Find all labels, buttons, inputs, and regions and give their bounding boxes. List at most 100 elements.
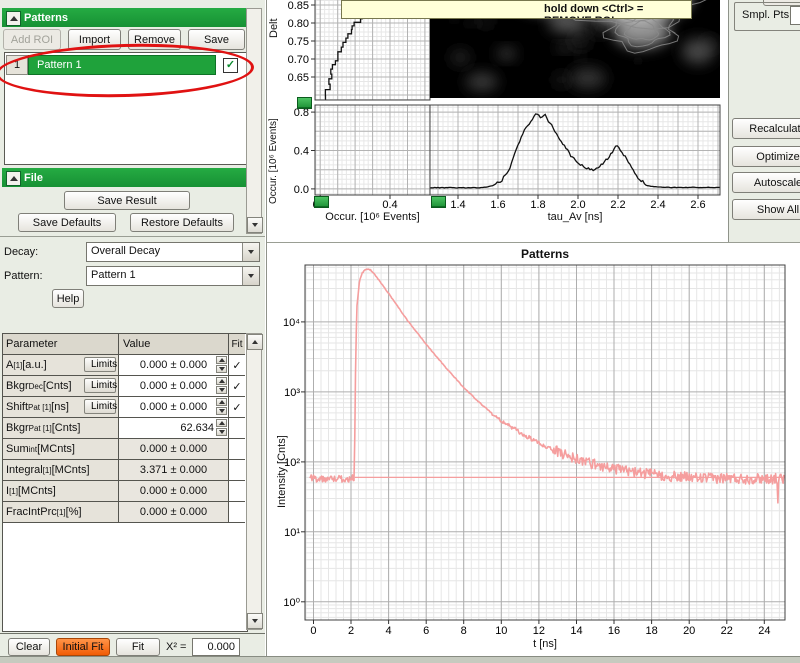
autoscale-button[interactable]: Autoscale (732, 172, 800, 193)
limits-button[interactable]: Limits (84, 399, 116, 414)
spin-up-icon (216, 398, 227, 406)
fit-cell (229, 481, 245, 501)
clear-button[interactable]: Clear (8, 638, 50, 656)
patterns-group-header[interactable]: Patterns (2, 8, 246, 27)
roi-range-handle[interactable] (431, 196, 446, 208)
recalculate-button[interactable]: Recalculate (732, 118, 800, 139)
fit-cell (229, 439, 245, 459)
file-group-header[interactable]: File (2, 168, 246, 187)
chevron-down-icon[interactable] (242, 243, 259, 261)
pattern-list-row[interactable]: 1 Pattern 1 ✓ (6, 55, 245, 75)
spin-down-icon (216, 407, 227, 415)
patterns-group-title: Patterns (24, 12, 68, 24)
param-value-readonly: 3.371 ± 0.000 (119, 460, 229, 480)
value-spinner[interactable] (216, 419, 227, 436)
svg-text:1.6: 1.6 (490, 199, 505, 211)
chevron-down-icon[interactable] (242, 267, 259, 285)
svg-text:12: 12 (533, 625, 545, 637)
svg-text:0.0: 0.0 (294, 184, 309, 196)
save-result-button[interactable]: Save Result (64, 191, 190, 210)
value-spinner[interactable] (216, 398, 227, 415)
scroll-up-icon[interactable] (247, 334, 263, 350)
param-name: Integral[1] [MCnts] (3, 460, 119, 480)
limits-button[interactable]: Limits (84, 378, 116, 393)
decay-select[interactable]: Overall Decay (86, 242, 260, 262)
decay-plot-title: Patterns (305, 247, 785, 261)
spin-down-icon (216, 365, 227, 373)
chi-square-value: 0.000 (192, 638, 240, 656)
spin-up-icon (216, 377, 227, 385)
pattern-row-index: 1 (6, 55, 28, 75)
pattern-select-value: Pattern 1 (91, 269, 136, 281)
param-value-input[interactable]: 0.000 ± 0.000 (119, 397, 229, 417)
value-spinner[interactable] (216, 377, 227, 394)
roi-range-handle[interactable] (314, 196, 329, 208)
column-header-parameter: Parameter (3, 334, 119, 354)
param-value-readonly: 0.000 ± 0.000 (119, 502, 229, 522)
tau-histogram-plot[interactable] (430, 105, 720, 195)
param-table-scrollbar[interactable] (246, 333, 262, 630)
initial-fit-button[interactable]: Initial Fit (56, 638, 110, 656)
collapse-file-icon[interactable] (6, 171, 21, 186)
fit-checkbox[interactable]: ✓ (229, 397, 245, 417)
fit-checkbox[interactable] (229, 418, 245, 438)
scroll-down-icon[interactable] (247, 217, 263, 233)
pattern-row-name[interactable]: Pattern 1 (28, 55, 216, 75)
chi-square-label: X² = (166, 641, 186, 653)
limits-button[interactable]: Limits (84, 357, 116, 372)
svg-text:0.70: 0.70 (288, 54, 309, 66)
time-axis-label: t [ns] (305, 638, 785, 650)
spin-down-icon (216, 428, 227, 436)
pattern-visible-checkbox[interactable]: ✓ (223, 58, 238, 73)
add-roi-button[interactable]: Add ROI (3, 29, 61, 50)
param-row: I[1] [MCnts] 0.000 ± 0.000 (3, 481, 245, 502)
svg-text:8: 8 (461, 625, 467, 637)
smpl-pts-group: Smpl. Pts.: (734, 2, 800, 31)
left-panel: Patterns Add ROI Import Remove Save 1 Pa… (0, 0, 265, 656)
param-row: A[1] [a.u.] Limits 0.000 ± 0.000 ✓ (3, 355, 245, 376)
svg-text:22: 22 (721, 625, 733, 637)
param-row: BkgrPat [1] [Cnts] 62.634 (3, 418, 245, 439)
parameter-table: Parameter Value Fit A[1] [a.u.] Limits 0… (2, 333, 248, 632)
decay-plot-area[interactable] (305, 265, 785, 620)
import-button[interactable]: Import (68, 29, 121, 50)
right-panel: Smpl. Pts.: Recalculate Optimize Autosca… (728, 0, 800, 242)
param-row: FracIntPrc[1] [%] 0.000 ± 0.000 (3, 502, 245, 523)
show-all-button[interactable]: Show All (732, 199, 800, 220)
param-name: ShiftPat [1] [ns] Limits (3, 397, 119, 417)
smpl-pts-input[interactable] (790, 6, 800, 25)
svg-text:10⁴: 10⁴ (283, 317, 300, 329)
pattern-select[interactable]: Pattern 1 (86, 266, 260, 286)
column-header-value: Value (119, 334, 229, 354)
spin-up-icon (216, 419, 227, 427)
svg-text:2.0: 2.0 (570, 199, 585, 211)
param-value-input[interactable]: 0.000 ± 0.000 (119, 355, 229, 375)
file-group-title: File (24, 172, 43, 184)
pattern-list[interactable]: 1 Pattern 1 ✓ (4, 52, 247, 165)
svg-text:0: 0 (310, 625, 316, 637)
help-button[interactable]: Help (52, 289, 84, 308)
decay-label: Decay: (4, 246, 38, 258)
svg-text:2.2: 2.2 (610, 199, 625, 211)
patterns-pane-scrollbar[interactable] (246, 8, 262, 234)
spin-down-icon (216, 386, 227, 394)
save-defaults-button[interactable]: Save Defaults (18, 213, 116, 232)
symphotime-analysis-window: 0.850.800.750.700.650.00.40.00.40.81.41.… (0, 0, 800, 663)
fit-button[interactable]: Fit (116, 638, 160, 656)
fit-checkbox[interactable]: ✓ (229, 376, 245, 396)
param-value-input[interactable]: 62.634 (119, 418, 229, 438)
param-name: A[1] [a.u.] Limits (3, 355, 119, 375)
optimize-button[interactable]: Optimize (732, 146, 800, 167)
save-button[interactable]: Save (188, 29, 245, 50)
pattern-label: Pattern: (4, 270, 43, 282)
svg-text:6: 6 (423, 625, 429, 637)
fit-checkbox[interactable]: ✓ (229, 355, 245, 375)
param-value-input[interactable]: 0.000 ± 0.000 (119, 376, 229, 396)
remove-button[interactable]: Remove (128, 29, 181, 50)
roi-range-handle[interactable] (297, 97, 312, 109)
scroll-down-icon[interactable] (247, 613, 263, 629)
value-spinner[interactable] (216, 356, 227, 373)
restore-defaults-button[interactable]: Restore Defaults (130, 213, 234, 232)
param-name: BkgrPat [1] [Cnts] (3, 418, 119, 438)
collapse-patterns-icon[interactable] (6, 11, 21, 26)
